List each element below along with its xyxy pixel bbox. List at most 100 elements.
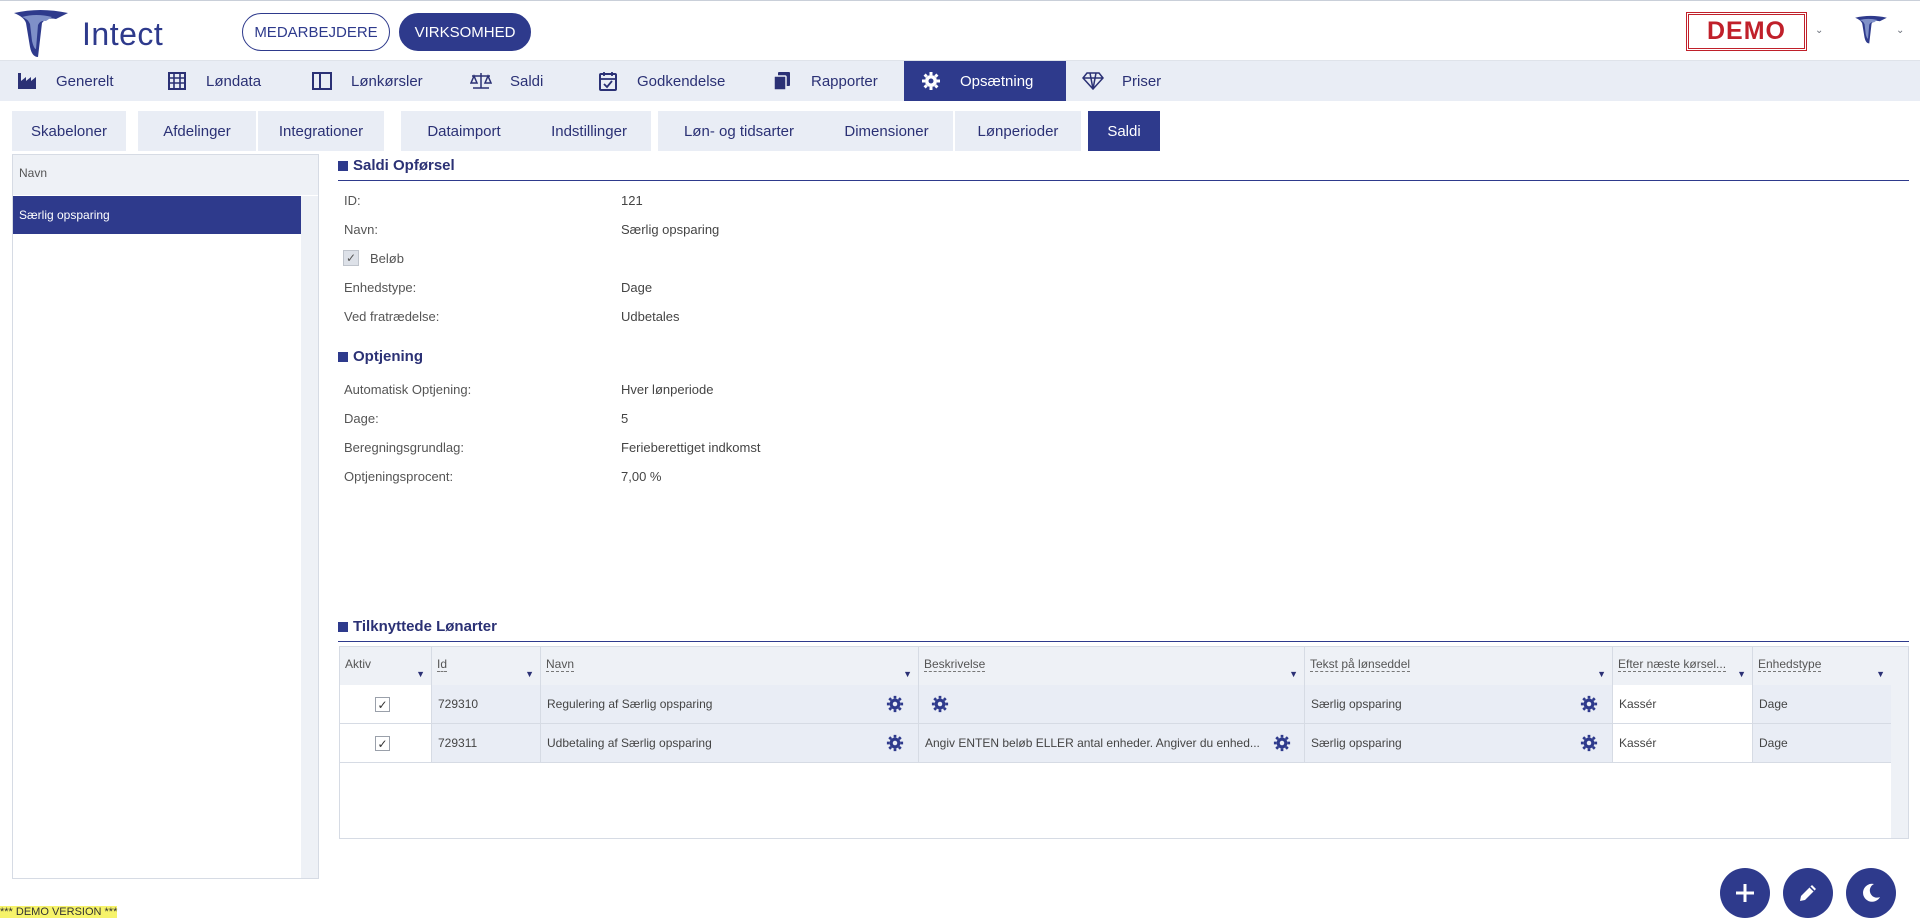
chevron-down-icon[interactable]: ⌄ [1896, 25, 1904, 36]
cell-description[interactable]: Angiv ENTEN beløb ELLER antal enheder. A… [919, 724, 1305, 762]
cell-name[interactable]: Regulering af Særlig opsparing [541, 685, 919, 723]
filter-icon[interactable]: ▼ [1876, 669, 1885, 679]
section-title-linked-wage-types: Tilknyttede Lønarter [338, 618, 497, 635]
gear-icon[interactable] [931, 695, 949, 713]
filter-icon[interactable]: ▼ [1737, 669, 1746, 679]
nav-londata[interactable]: Løndata [150, 61, 295, 101]
column-title: Aktiv [345, 657, 372, 671]
cell-after-next-run[interactable]: Kassér [1613, 724, 1753, 762]
name-label: Navn: [344, 222, 378, 237]
nav-godkendelse[interactable]: Godkendelse [581, 61, 755, 101]
days-value: 5 [621, 411, 629, 426]
resignation-value: Udbetales [621, 309, 680, 324]
active-checkbox[interactable]: ✓ [375, 736, 390, 751]
subtab-lon-og-tidsarter[interactable]: Løn- og tidsarter [658, 111, 820, 151]
section-title-text: Saldi Opførsel [353, 157, 455, 174]
gear-icon[interactable] [886, 695, 904, 713]
gear-icon[interactable] [1273, 734, 1291, 752]
cell-active[interactable]: ✓ [340, 724, 432, 762]
company-button[interactable]: VIRKSOMHED [399, 13, 531, 51]
subtab-dimensioner[interactable]: Dimensioner [820, 111, 953, 151]
column-header-id[interactable]: Id ▼ [432, 647, 541, 685]
list-item[interactable]: Særlig opsparing [13, 196, 301, 234]
table-row[interactable]: ✓ 729311 Udbetaling af Særlig opsparing … [340, 724, 1892, 763]
gear-icon[interactable] [886, 734, 904, 752]
filter-icon[interactable]: ▼ [525, 669, 534, 679]
cell-unit-type: Dage [1753, 685, 1892, 723]
demo-badge[interactable]: DEMO [1686, 12, 1807, 51]
subtab-indstillinger[interactable]: Indstillinger [527, 111, 651, 151]
user-avatar-icon [1855, 15, 1887, 44]
subtab-integrationer[interactable]: Integrationer [258, 111, 384, 151]
subtab-afdelinger[interactable]: Afdelinger [138, 111, 256, 151]
column-title: Navn [546, 657, 575, 672]
cell-after-next-run[interactable]: Kassér [1613, 685, 1753, 723]
unit-type-value: Dage [621, 280, 653, 295]
resignation-label: Ved fratrædelse: [344, 309, 440, 324]
basis-label: Beregningsgrundlag: [344, 440, 464, 455]
user-menu[interactable] [1854, 12, 1888, 53]
nav-saldi[interactable]: Saldi [454, 61, 581, 101]
intect-logo[interactable]: Intect [12, 9, 163, 59]
filter-icon[interactable]: ▼ [903, 669, 912, 679]
nav-label: Godkendelse [637, 72, 726, 90]
nav-generelt[interactable]: Generelt [0, 61, 150, 101]
cell-description[interactable] [919, 685, 1305, 723]
grid-scrollbar[interactable] [1891, 647, 1908, 838]
table-row[interactable]: ✓ 729310 Regulering af Særlig opsparing … [340, 685, 1892, 724]
subtab-skabeloner[interactable]: Skabeloner [12, 111, 126, 151]
list-header-navn[interactable]: Navn [13, 155, 318, 195]
subtab-saldi[interactable]: Saldi [1088, 111, 1160, 151]
id-label: ID: [344, 193, 361, 208]
gear-icon[interactable] [1580, 734, 1598, 752]
cell-id: 729310 [432, 685, 541, 723]
cell-text: Angiv ENTEN beløb ELLER antal enheder. A… [925, 736, 1260, 750]
cell-text: Særlig opsparing [1311, 736, 1402, 750]
column-header-aktiv[interactable]: Aktiv ▼ [340, 647, 432, 685]
amount-checkbox[interactable]: ✓ [343, 250, 359, 266]
nav-label: Opsætning [960, 72, 1034, 90]
main-navigation: Generelt Løndata Lønkørsler Saldi Godken… [0, 61, 1920, 101]
employees-button[interactable]: MEDARBEJDERE [242, 13, 390, 51]
nav-label: Løndata [206, 72, 262, 90]
active-checkbox[interactable]: ✓ [375, 697, 390, 712]
edit-button[interactable] [1783, 868, 1833, 918]
nav-rapporter[interactable]: Rapporter [755, 61, 904, 101]
nav-lonkorsler[interactable]: Lønkørsler [295, 61, 454, 101]
nav-opsaetning[interactable]: Opsætning [904, 61, 1066, 101]
section-divider [338, 180, 1909, 181]
nav-label: Generelt [56, 72, 114, 90]
chevron-down-icon[interactable]: ⌄ [1815, 25, 1823, 36]
cell-payslip-text[interactable]: Særlig opsparing [1305, 685, 1613, 723]
filter-icon[interactable]: ▼ [1597, 669, 1606, 679]
cell-payslip-text[interactable]: Særlig opsparing [1305, 724, 1613, 762]
gear-icon[interactable] [1580, 695, 1598, 713]
theme-toggle-button[interactable] [1846, 868, 1896, 918]
list-scrollbar[interactable] [301, 196, 318, 878]
section-title-behavior: Saldi Opførsel [338, 157, 455, 174]
filter-icon[interactable]: ▼ [416, 669, 425, 679]
days-label: Dage: [344, 411, 379, 426]
pencil-icon [1800, 885, 1816, 901]
subtab-lonperioder[interactable]: Lønperioder [955, 111, 1081, 151]
nav-priser[interactable]: Priser [1066, 61, 1206, 101]
factory-icon [16, 70, 38, 92]
calendar-check-icon [597, 70, 619, 92]
cell-active[interactable]: ✓ [340, 685, 432, 723]
nav-label: Lønkørsler [351, 72, 423, 90]
auto-accrual-value: Hver lønperiode [621, 382, 714, 397]
subtab-dataimport[interactable]: Dataimport [401, 111, 527, 151]
column-header-payslip-text[interactable]: Tekst på lønseddel ▼ [1305, 647, 1613, 685]
add-button[interactable] [1720, 868, 1770, 918]
scale-icon [470, 70, 492, 92]
cell-name[interactable]: Udbetaling af Særlig opsparing [541, 724, 919, 762]
basis-value: Ferieberettiget indkomst [621, 440, 761, 455]
demo-footer: *** DEMO VERSION *** [0, 906, 900, 918]
filter-icon[interactable]: ▼ [1289, 669, 1298, 679]
balance-list-panel: Navn Særlig opsparing [12, 154, 319, 879]
column-title: Tekst på lønseddel [1310, 657, 1411, 672]
column-header-beskrivelse[interactable]: Beskrivelse ▼ [919, 647, 1305, 685]
column-header-unit-type[interactable]: Enhedstype ▼ [1753, 647, 1892, 685]
column-header-after-next-run[interactable]: Efter næste kørsel... ▼ [1613, 647, 1753, 685]
column-header-navn[interactable]: Navn ▼ [541, 647, 919, 685]
